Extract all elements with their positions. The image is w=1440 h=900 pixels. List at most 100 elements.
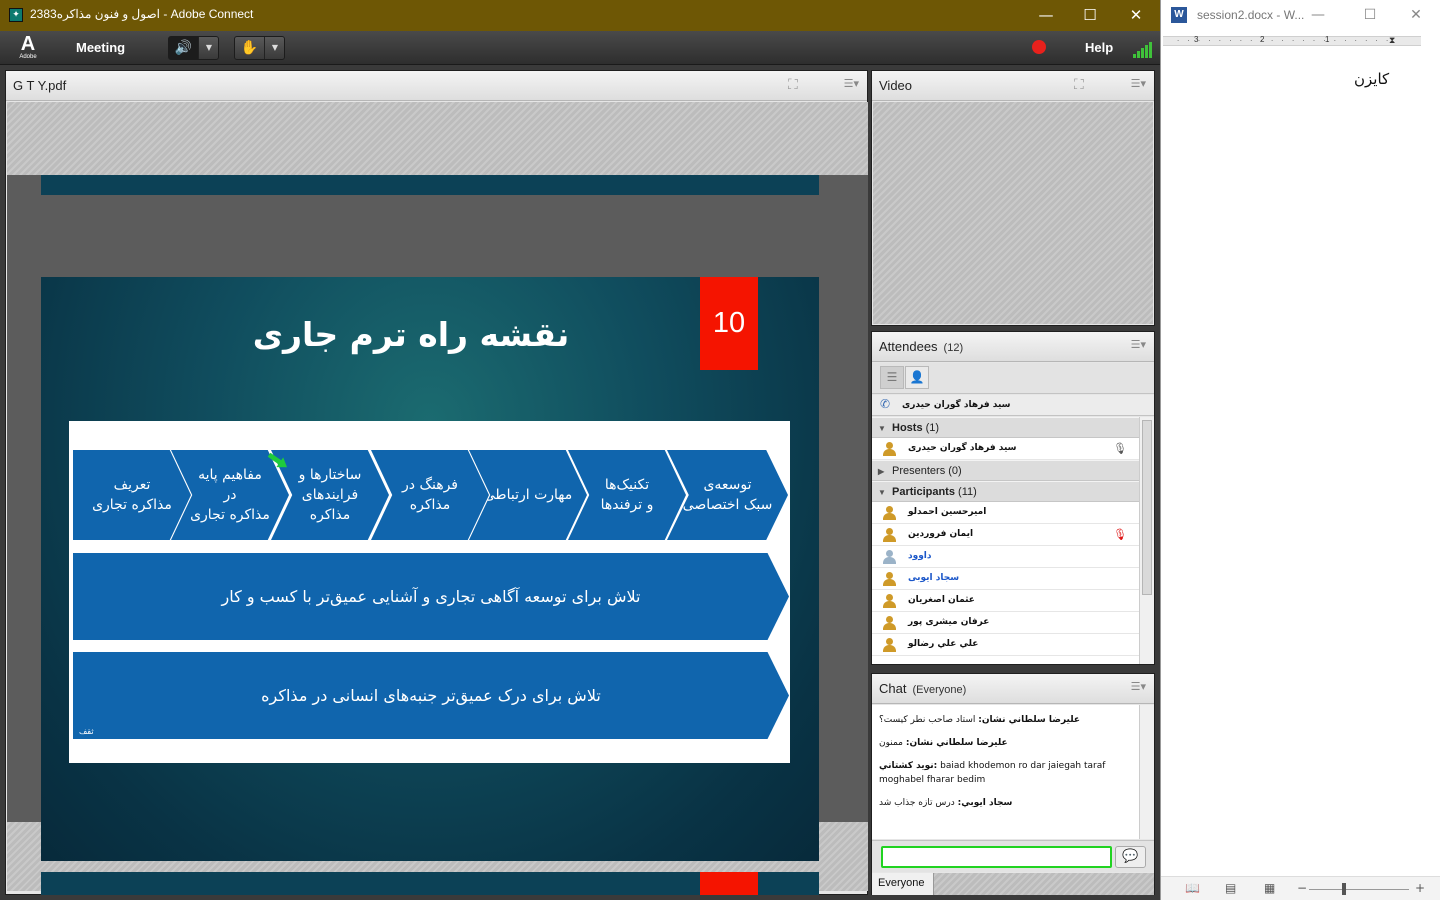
print-layout-icon[interactable]: ▤ [1225, 881, 1236, 895]
zoom-in-icon[interactable]: + [1415, 881, 1425, 895]
participant-icon [883, 616, 896, 630]
word-minimize-button[interactable]: — [1301, 0, 1335, 31]
video-pod-header: Video ⛶ ☰▾ [872, 71, 1154, 101]
chat-recipient-tab[interactable]: Everyone [872, 873, 934, 895]
attendee-row[interactable]: عثمان اصغریان [872, 590, 1139, 612]
raise-hand-button[interactable]: ✋ ▼ [234, 36, 285, 60]
raise-hand-icon[interactable]: ✋ [235, 37, 265, 59]
collapse-triangle-icon[interactable]: ▶ [878, 462, 892, 482]
zoom-slider-thumb[interactable] [1342, 883, 1346, 895]
slide-watermark: ثقف [79, 727, 94, 736]
next-slide-edge [41, 872, 819, 895]
read-mode-icon[interactable]: 📖 [1185, 881, 1200, 895]
zoom-out-icon[interactable]: − [1297, 881, 1307, 895]
expand-triangle-icon[interactable]: ▼ [878, 483, 892, 503]
word-app-icon: W [1171, 7, 1187, 23]
share-stage: 10 نقشه راه ترم جاری تعریف مذاکره تجاری … [7, 102, 868, 895]
video-pod: Video ⛶ ☰▾ [871, 70, 1155, 326]
ruler-mark: 1 [1325, 35, 1330, 44]
attendee-name: عرفان میشری پور [908, 617, 990, 627]
word-document-page[interactable]: کایزن [1161, 52, 1440, 875]
speaker-button[interactable]: 🔊 ▼ [168, 36, 219, 60]
chat-text: استاد صاحب نطر کیست؟ [879, 715, 976, 725]
attendee-row[interactable]: ایمان فروردین 🎙 [872, 524, 1139, 546]
participants-group[interactable]: ▼ Participants (11) [872, 481, 1139, 502]
attendee-scrollbar[interactable] [1139, 417, 1154, 664]
adobe-logo-glyph: A [20, 33, 36, 55]
indent-marker-icon[interactable]: ⧗ [1389, 35, 1395, 46]
ruler-mark: 3 [1194, 35, 1199, 44]
adobe-logo: A Adobe [17, 34, 39, 62]
word-title-bar: W session2.docx - W... — ☐ ✕ [1161, 0, 1440, 31]
word-status-bar: 📖 ▤ ▦ − + [1161, 876, 1440, 900]
chat-scrollbar[interactable] [1139, 705, 1154, 839]
raise-hand-dropdown-icon[interactable]: ▼ [266, 37, 284, 59]
speaker-icon[interactable]: 🔊 [169, 37, 199, 59]
word-close-button[interactable]: ✕ [1399, 0, 1433, 31]
scrollbar-thumb[interactable] [1142, 420, 1152, 595]
pod-options-icon[interactable]: ☰▾ [1131, 680, 1146, 693]
maximize-button[interactable]: ☐ [1067, 0, 1113, 31]
send-message-icon[interactable]: 💬 [1115, 846, 1146, 868]
list-view-icon[interactable]: ☰ [880, 366, 904, 389]
speaker-dropdown-icon[interactable]: ▼ [200, 37, 218, 59]
attendee-row[interactable]: امیرحسین احمدلو [872, 502, 1139, 524]
pod-options-icon[interactable]: ☰▾ [1131, 338, 1146, 351]
title-bar: ✦ اصول و فنون مذاکره2383 - Adobe Connect… [0, 0, 1160, 31]
adobe-connect-window: ✦ اصول و فنون مذاکره2383 - Adobe Connect… [0, 0, 1160, 900]
chat-input[interactable] [881, 846, 1112, 868]
pod-options-icon[interactable]: ☰▾ [1131, 77, 1146, 90]
document-text[interactable]: کایزن [1354, 70, 1389, 88]
pod-options-icon[interactable]: ☰▾ [844, 77, 859, 90]
document-viewport[interactable]: 10 نقشه راه ترم جاری تعریف مذاکره تجاری … [7, 175, 868, 895]
video-pod-title: Video [879, 78, 913, 93]
attendee-name: سید فرهاد گوران حیدری [908, 443, 1017, 453]
participant-icon [883, 594, 896, 608]
previous-slide-edge [41, 175, 819, 195]
attendees-pod: Attendees (12) ☰▾ ☰ 👤 ✆ سید فرهاد گوران ح… [871, 331, 1155, 665]
attendee-row[interactable]: داوود [872, 546, 1139, 568]
attendee-row[interactable]: علي علي رضالو [872, 634, 1139, 656]
chat-input-row: 💬 [872, 840, 1154, 872]
word-maximize-button[interactable]: ☐ [1353, 0, 1387, 31]
minimize-button[interactable]: — [1023, 0, 1069, 31]
share-pod: G T Y.pdf ⛶ ☰▾ 10 نقشه راه ترم جاری تعری… [5, 70, 868, 895]
chat-sender: سجاد ایوبي: [957, 798, 1013, 808]
menu-bar: A Adobe Meeting 🔊 ▼ ✋ ▼ [0, 31, 1160, 65]
recording-indicator-icon[interactable] [1032, 40, 1046, 54]
attendee-list: ▼ Hosts (1) سید فرهاد گوران حیدری 🎙 ▶ Pres… [872, 417, 1139, 664]
slide-title: نقشه راه ترم جاری [252, 315, 570, 354]
microphone-muted-icon: 🎙 [1113, 528, 1127, 541]
attendee-row[interactable]: عرفان میشری پور [872, 612, 1139, 634]
zoom-slider[interactable] [1309, 889, 1409, 890]
share-pod-title: G T Y.pdf [13, 78, 67, 93]
attendee-row[interactable]: سید فرهاد گوران حیدری 🎙 [872, 438, 1139, 460]
adobe-logo-word: Adobe [19, 54, 37, 60]
close-button[interactable]: ✕ [1113, 0, 1159, 31]
chat-message: نوید کشتاني: baiad khodemon ro dar jaieg… [879, 759, 1133, 787]
web-layout-icon[interactable]: ▦ [1264, 881, 1275, 895]
word-window-title: session2.docx - W... [1197, 8, 1305, 22]
presenters-group[interactable]: ▶ Presenters (0) [872, 460, 1139, 481]
breakout-view-icon[interactable]: 👤 [905, 366, 929, 389]
chat-sender: علیرضا سلطاني نشان: [978, 715, 1081, 725]
step-define-commercial-negotiation: تعریف مذاکره تجاری [73, 450, 191, 540]
window-title: اصول و فنون مذاکره2383 - Adobe Connect [30, 7, 254, 21]
goal-arrow-business-awareness: تلاش برای توسعه آگاهی تجاری و آشنایی عمی… [73, 553, 789, 640]
attendees-pod-title: Attendees (12) [879, 339, 963, 354]
fullscreen-icon[interactable]: ⛶ [1074, 77, 1084, 93]
attendee-row[interactable]: سجاد ایوبی [872, 568, 1139, 590]
goal-arrow-human-aspects: تلاش برای درک عمیق‌تر جنبه‌های انسانی در… [73, 652, 789, 739]
meeting-menu[interactable]: Meeting [76, 40, 125, 55]
hosts-group[interactable]: ▼ Hosts (1) [872, 417, 1139, 438]
help-menu[interactable]: Help [1085, 40, 1113, 55]
video-area [873, 102, 1153, 324]
participant-icon [883, 572, 896, 586]
word-ruler: · · · · · · · · · · · · · · · · · · · · … [1161, 33, 1440, 49]
fullscreen-icon[interactable]: ⛶ [788, 77, 798, 93]
expand-triangle-icon[interactable]: ▼ [878, 419, 892, 439]
chat-pod-header: Chat (Everyone) ☰▾ [872, 674, 1154, 704]
slide: 10 نقشه راه ترم جاری تعریف مذاکره تجاری … [41, 277, 819, 861]
chat-message: علیرضا سلطاني نشان: استاد صاحب نطر کیست؟ [879, 713, 1133, 727]
chat-pod: Chat (Everyone) ☰▾ علیرضا سلطاني نشان: اس… [871, 673, 1155, 895]
